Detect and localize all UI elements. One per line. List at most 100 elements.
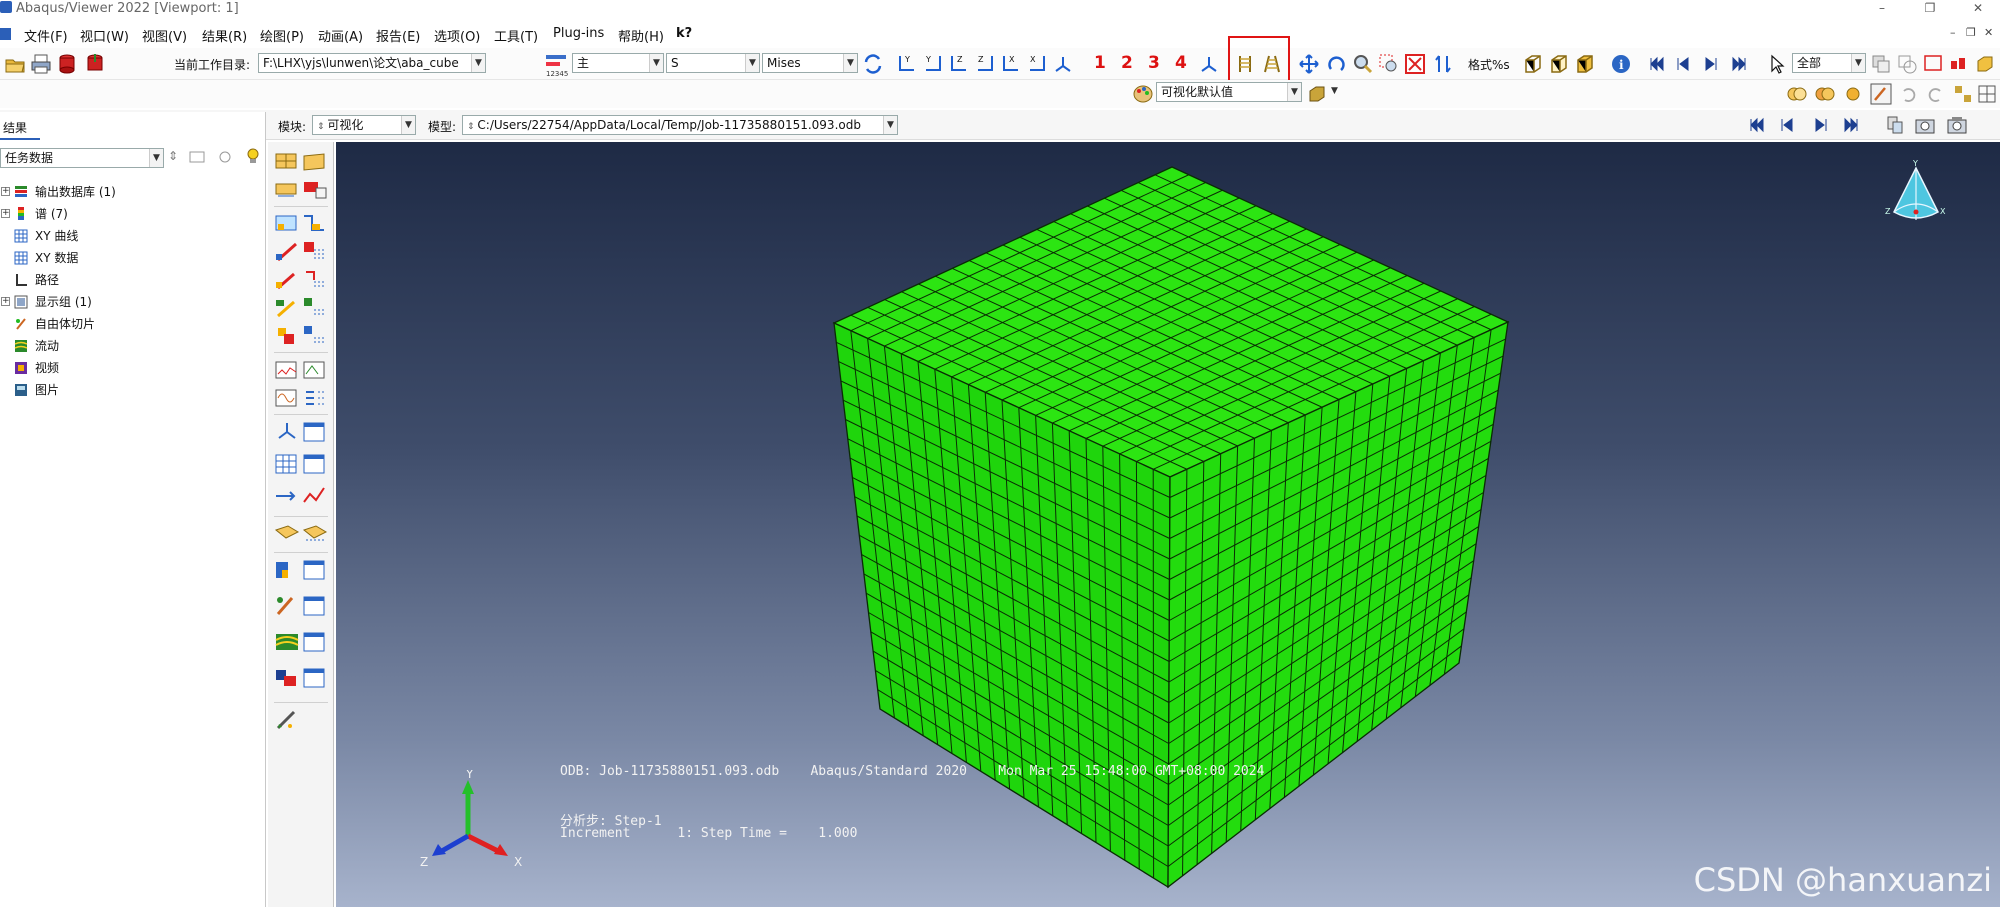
stream-create-icon[interactable]	[274, 630, 300, 654]
last-frame-icon[interactable]	[1728, 53, 1750, 75]
color-palette-icon[interactable]	[1132, 83, 1154, 105]
last-frame-icon[interactable]	[1840, 114, 1862, 136]
allow-multiple-plots-icon[interactable]	[274, 324, 300, 348]
chevron-down-icon[interactable]: ▼	[745, 54, 759, 72]
chevron-down-icon[interactable]: ▼	[843, 54, 857, 72]
tree-item-image[interactable]: 图片	[0, 380, 264, 400]
shaded-cube-icon[interactable]	[1574, 53, 1596, 75]
view-2-button[interactable]: 2	[1121, 53, 1133, 73]
previous-frame-icon[interactable]	[1776, 114, 1798, 136]
view-cycle-icon[interactable]	[1198, 53, 1220, 75]
plot-contours-icon[interactable]	[274, 296, 300, 320]
tree-item-free-body[interactable]: 自由体切片	[0, 314, 264, 334]
minimize-button[interactable]: –	[1868, 0, 1896, 18]
mesh-cube[interactable]	[336, 142, 2000, 907]
primary-variable-combo[interactable]: 主 ▼	[572, 53, 664, 73]
view-cut-manager-icon[interactable]	[302, 558, 328, 582]
select-arrow-icon[interactable]	[1766, 53, 1788, 75]
menu-result[interactable]: 结果(R)	[202, 26, 247, 45]
animation-options-icon[interactable]	[1884, 114, 1906, 136]
tree-item-xy-data[interactable]: XY 数据	[0, 248, 264, 268]
viewport-minimize-button[interactable]: –	[1950, 26, 1956, 39]
viewport[interactable]: Y X Z Y X Z ODB: Job-11735880151.093.odb…	[336, 142, 2000, 907]
chevron-down-icon[interactable]: ▼	[883, 116, 897, 134]
sort-arrows-icon[interactable]: ⇕	[168, 149, 178, 163]
view-cut-icon[interactable]	[274, 558, 300, 582]
common-options-icon[interactable]	[302, 178, 328, 202]
display-group-create-icon[interactable]	[274, 666, 300, 690]
drag-select-icon[interactable]	[1922, 53, 1944, 75]
database-red-icon[interactable]	[56, 53, 78, 75]
parallel-perspective-icon[interactable]	[1234, 53, 1256, 75]
stream-options-icon[interactable]	[302, 522, 328, 546]
tree-item-output-database[interactable]: + 输出数据库 (1)	[0, 182, 264, 202]
field-variable-combo[interactable]: S ▼	[666, 53, 760, 73]
close-button[interactable]: ✕	[1964, 0, 1992, 18]
visual-defaults-combo[interactable]: 可视化默认值 ▼	[1156, 82, 1302, 102]
chevron-down-icon[interactable]: ▼	[401, 116, 415, 134]
animate-scale-icon[interactable]	[274, 358, 300, 382]
camera-capture-icon[interactable]	[1946, 114, 1968, 136]
copy-viewport-icon[interactable]	[1870, 53, 1892, 75]
model-combo[interactable]: ⇕ C:/Users/22754/AppData/Local/Temp/Job-…	[462, 115, 898, 135]
display-group-manager-icon[interactable]	[302, 666, 328, 690]
module-combo[interactable]: ⇕ 可视化 ▼	[312, 115, 416, 135]
view-top-icon[interactable]: Z	[948, 53, 970, 75]
free-body-cut-icon[interactable]	[274, 594, 300, 618]
viewport-restore-button[interactable]: ❐	[1966, 26, 1976, 39]
menu-view[interactable]: 视图(V)	[142, 26, 187, 45]
perspective-icon[interactable]	[1261, 53, 1283, 75]
layout-icon[interactable]	[1952, 83, 1974, 105]
stream-plot-icon[interactable]	[274, 522, 300, 546]
query-pencil-icon[interactable]	[274, 708, 300, 732]
contour-deformed-icon[interactable]	[302, 212, 328, 236]
selection-filter-combo[interactable]: 全部 ▼	[1792, 53, 1866, 73]
orientation-options-icon[interactable]	[302, 268, 328, 292]
database-export-icon[interactable]	[84, 53, 106, 75]
zoom-icon[interactable]	[1352, 53, 1374, 75]
view-back-icon[interactable]: Y	[922, 53, 944, 75]
material-orientation-icon[interactable]	[274, 268, 300, 292]
xy-table-icon[interactable]	[274, 452, 300, 476]
next-frame-icon[interactable]	[1700, 53, 1722, 75]
camera-icon[interactable]	[1914, 114, 1936, 136]
view-right-icon[interactable]: X	[1026, 53, 1048, 75]
tree-item-stream[interactable]: 流动	[0, 336, 264, 356]
lightbulb-icon[interactable]	[244, 146, 262, 166]
view-1-button[interactable]: 1	[1094, 53, 1106, 73]
chevron-down-icon[interactable]: ▼	[149, 149, 163, 167]
refresh-arrows-icon[interactable]	[862, 53, 884, 75]
undeformed-plot-icon[interactable]	[274, 150, 300, 174]
workdir-combo[interactable]: F:\LHX\yjs\lunwen\论文\aba_cube ▼	[258, 53, 486, 73]
menu-viewport[interactable]: 视口(W)	[80, 26, 129, 45]
create-xy-data-icon[interactable]	[274, 420, 300, 444]
contour-options-icon[interactable]	[302, 296, 328, 320]
collapse-tree-icon[interactable]	[216, 148, 234, 166]
rotate-icon[interactable]	[1326, 53, 1348, 75]
menu-animate[interactable]: 动画(A)	[318, 26, 363, 45]
viewport-menu-icon[interactable]	[0, 28, 11, 40]
contour-plot-icon[interactable]	[274, 212, 300, 236]
overlay-circles-2-icon[interactable]	[1814, 83, 1836, 105]
menu-tools[interactable]: 工具(T)	[494, 26, 538, 45]
sphere-icon[interactable]	[1842, 83, 1864, 105]
cube-options-icon[interactable]	[1306, 83, 1328, 105]
context-help-button[interactable]: k?	[676, 26, 692, 41]
wireframe-cube-icon[interactable]	[1522, 53, 1544, 75]
xy-plot-icon[interactable]	[302, 484, 328, 508]
superimpose-icon[interactable]	[274, 178, 300, 202]
chevron-down-icon[interactable]: ▼	[471, 54, 485, 72]
tree-item-movie[interactable]: 视频	[0, 358, 264, 378]
animate-harmonic-icon[interactable]	[274, 386, 300, 410]
expand-icon[interactable]: +	[1, 297, 10, 306]
tree-item-spectrum[interactable]: + 谱 (7)	[0, 204, 264, 224]
menu-file[interactable]: 文件(F)	[24, 26, 68, 45]
view-front-icon[interactable]: Y	[896, 53, 918, 75]
tree-item-xy-curve[interactable]: XY 曲线	[0, 226, 264, 246]
view-4-button[interactable]: 4	[1175, 53, 1187, 73]
path-line-icon[interactable]	[274, 484, 300, 508]
info-icon[interactable]: i	[1610, 53, 1632, 75]
chevron-down-icon[interactable]: ▼	[1287, 83, 1301, 101]
expand-icon[interactable]: +	[1, 187, 10, 196]
tab-results[interactable]: 结果	[0, 118, 40, 140]
